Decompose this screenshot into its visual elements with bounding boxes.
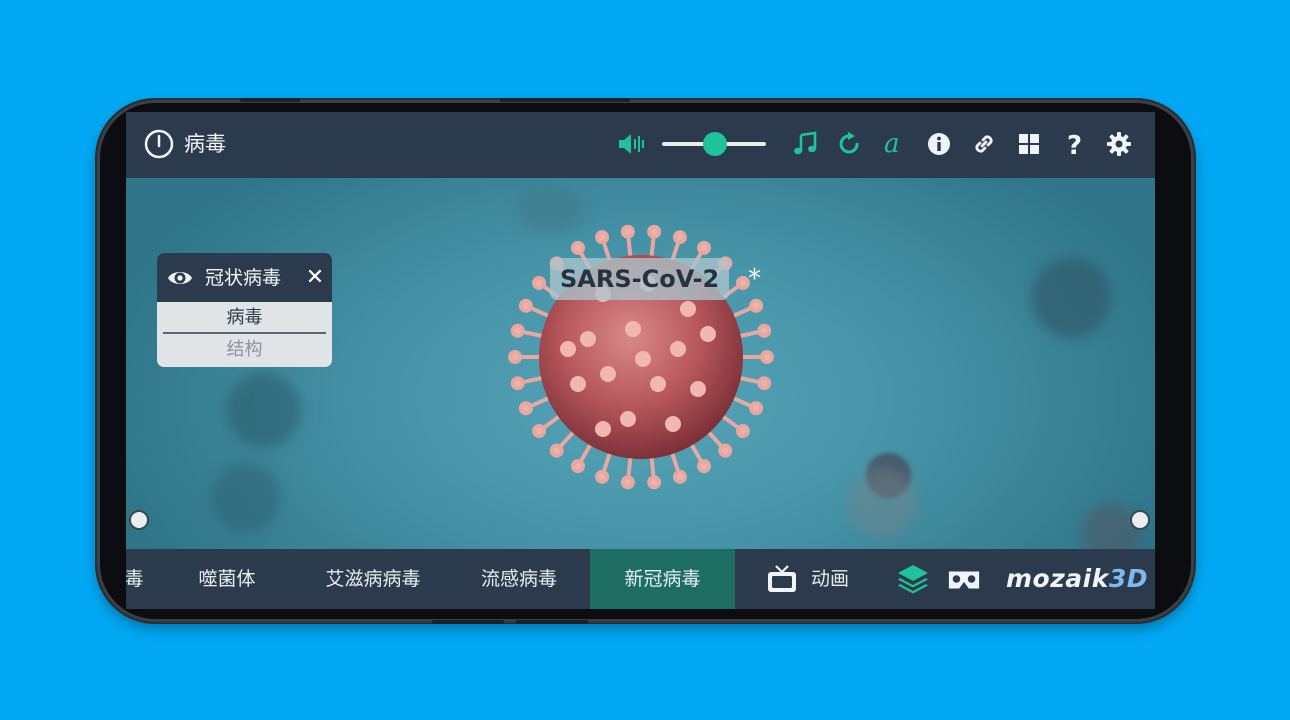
tab-partial[interactable]: 毒: [126, 549, 146, 609]
tab-animation[interactable]: 动画: [804, 549, 856, 609]
background-particle: [211, 463, 281, 533]
label-asterisk: *: [748, 264, 761, 294]
surface-protein: [635, 351, 651, 367]
grid-icon[interactable]: [1013, 128, 1045, 160]
spike-tip: [510, 376, 525, 391]
bottom-navigation: 毒 噬菌体 艾滋病病毒 流感病毒 新冠病毒 动画 mozaik3D: [126, 549, 1155, 609]
surface-protein: [600, 366, 616, 382]
eye-icon[interactable]: [167, 265, 193, 291]
spike-tip: [508, 350, 522, 364]
spike-tip: [760, 350, 774, 364]
spike-tip: [672, 469, 687, 484]
phone-side-button: [240, 98, 300, 102]
spike-tip: [571, 240, 585, 255]
spike-tip: [620, 475, 635, 490]
svg-text:a: a: [884, 130, 900, 158]
popup-header: 冠状病毒 ✕: [157, 253, 332, 302]
phone-side-button: [500, 98, 630, 102]
spike-tip: [510, 323, 525, 338]
spike-tip: [595, 469, 610, 484]
surface-protein: [580, 331, 596, 347]
spike-tip: [749, 298, 764, 313]
spike-tip: [549, 443, 564, 458]
brand-main: mozaik: [1006, 564, 1109, 593]
layers-icon[interactable]: [896, 563, 930, 595]
spike-tip: [749, 401, 764, 416]
music-icon[interactable]: [789, 128, 821, 160]
spike-tip: [571, 459, 585, 474]
tab-covid[interactable]: 新冠病毒: [590, 549, 735, 609]
volume-slider-knob[interactable]: [703, 132, 727, 156]
reset-icon[interactable]: [834, 128, 866, 160]
help-icon[interactable]: ?: [1058, 128, 1090, 160]
link-icon[interactable]: [968, 128, 1000, 160]
spike-tip: [697, 240, 711, 255]
right-edge-handle[interactable]: [1130, 510, 1150, 530]
popup-item-virus[interactable]: 病毒: [163, 302, 326, 334]
tab-bacteriophage[interactable]: 噬菌体: [156, 549, 298, 609]
spike-tip: [672, 230, 687, 245]
settings-icon[interactable]: [1103, 128, 1135, 160]
surface-protein: [560, 341, 576, 357]
surface-protein: [650, 376, 666, 392]
surface-protein: [595, 421, 611, 437]
spike-tip: [647, 224, 662, 239]
power-icon[interactable]: [144, 129, 174, 159]
spike-tip: [647, 475, 662, 490]
spike-tip: [595, 230, 610, 245]
spike-tip: [735, 424, 750, 439]
top-toolbar: 病毒 a ?: [126, 112, 1155, 178]
phone-side-button: [516, 620, 588, 624]
spike-tip: [532, 424, 547, 439]
phone-side-button: [432, 620, 504, 624]
spike-tip: [620, 224, 635, 239]
spike-tip: [757, 323, 772, 338]
background-particle: [226, 373, 301, 448]
spike-tip: [718, 443, 733, 458]
info-icon[interactable]: [923, 128, 955, 160]
volume-icon[interactable]: [616, 128, 648, 160]
spike-tip: [518, 298, 533, 313]
tab-hiv[interactable]: 艾滋病病毒: [298, 549, 448, 609]
svg-text:?: ?: [1067, 131, 1082, 157]
app-title: 病毒: [184, 132, 226, 156]
close-icon[interactable]: ✕: [304, 265, 326, 291]
surface-protein: [670, 341, 686, 357]
surface-protein: [570, 376, 586, 392]
virus-scene[interactable]: SARS-CoV-2 * 冠状病毒 ✕ 病毒 结构: [126, 178, 1155, 549]
spike-tip: [735, 275, 750, 290]
popup-item-structure[interactable]: 结构: [157, 334, 332, 366]
virus-label[interactable]: SARS-CoV-2: [550, 258, 730, 300]
layer-popup: 冠状病毒 ✕ 病毒 结构: [157, 253, 332, 367]
mozaik3d-logo: mozaik3D: [1006, 549, 1148, 609]
surface-protein: [680, 301, 696, 317]
background-particle: [848, 468, 918, 538]
spike-tip: [518, 401, 533, 416]
surface-protein: [665, 416, 681, 432]
brand-accent: 3D: [1108, 564, 1148, 593]
surface-protein: [690, 381, 706, 397]
surface-protein: [700, 326, 716, 342]
tab-influenza[interactable]: 流感病毒: [448, 549, 590, 609]
app-screen: 病毒 a ? SARS-CoV-2 * 冠状病毒 ✕ 病毒 结构 毒 噬菌体 艾…: [126, 112, 1155, 609]
vr-headset-icon[interactable]: [947, 563, 981, 595]
left-edge-handle[interactable]: [129, 510, 149, 530]
spike-tip: [757, 376, 772, 391]
spike-tip: [697, 459, 711, 474]
spike-tip: [532, 275, 547, 290]
surface-protein: [620, 411, 636, 427]
surface-protein: [625, 321, 641, 337]
background-particle: [1031, 258, 1111, 338]
tv-icon[interactable]: [766, 563, 798, 595]
text-font-icon[interactable]: a: [878, 128, 910, 160]
popup-title: 冠状病毒: [205, 267, 282, 289]
